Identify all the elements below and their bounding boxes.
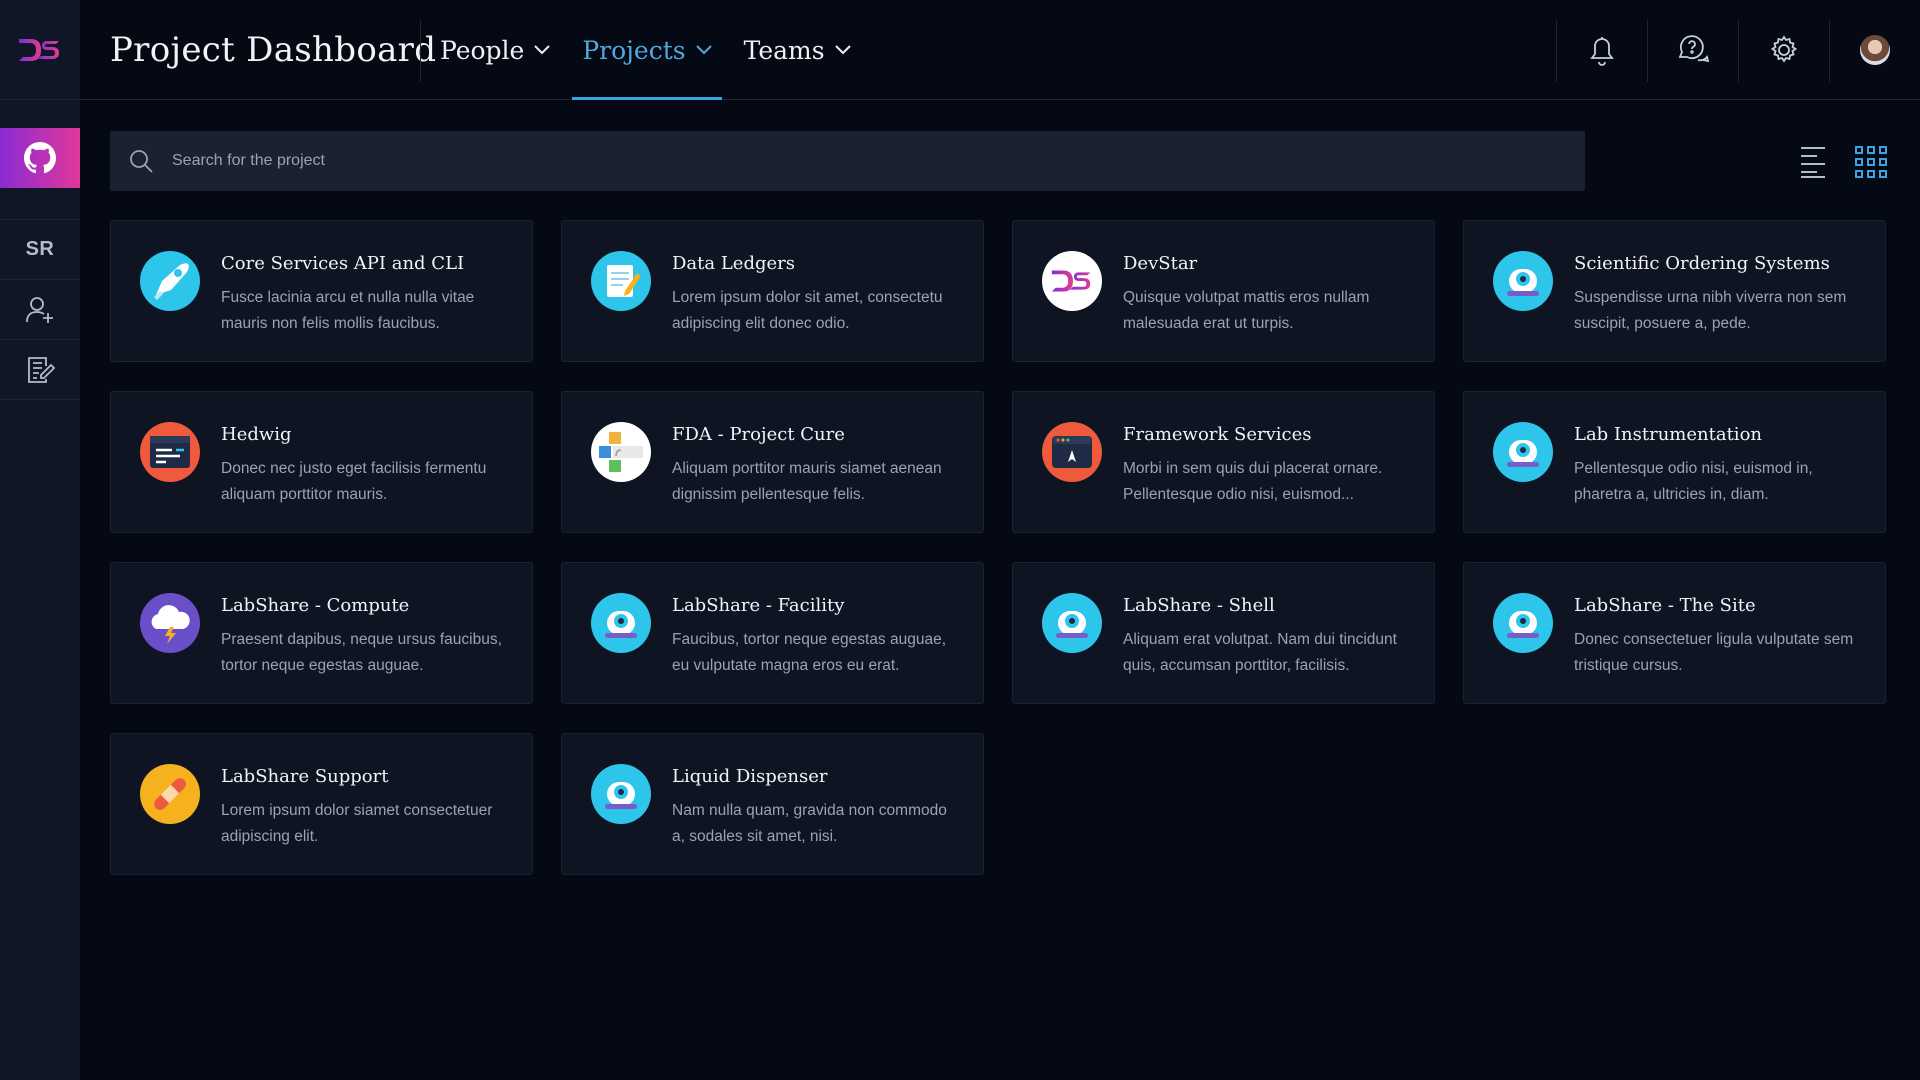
bell-icon [1589, 37, 1614, 66]
project-title: Liquid Dispenser [672, 766, 828, 787]
project-title: Scientific Ordering Systems [1574, 253, 1830, 274]
project-title: Core Services API and CLI [221, 253, 465, 274]
sidebar-item-add-user[interactable] [0, 280, 80, 340]
project-title: DevStar [1123, 253, 1198, 274]
robot-icon [1493, 422, 1553, 482]
sidebar-item-sr[interactable]: SR [0, 220, 80, 280]
project-card[interactable]: Hedwig Donec nec justo eget facilisis fe… [110, 391, 533, 533]
browser-rocket-icon [1042, 422, 1102, 482]
project-card[interactable]: Scientific Ordering Systems Suspendisse … [1463, 220, 1886, 362]
project-description: Pellentesque odio nisi, euismod in, phar… [1574, 460, 1813, 503]
search-input[interactable] [172, 152, 1585, 170]
notepad-icon [591, 251, 651, 311]
notes-edit-icon [28, 356, 56, 383]
project-card[interactable]: LabShare - Facility Faucibus, tortor neq… [561, 562, 984, 704]
cure-blocks-icon [591, 422, 651, 482]
chevron-down-icon [695, 45, 712, 55]
project-card[interactable]: Lab Instrumentation Pellentesque odio ni… [1463, 391, 1886, 533]
project-title: LabShare - Facility [672, 595, 845, 616]
project-card[interactable]: Core Services API and CLI Fusce lacinia … [110, 220, 533, 362]
code-window-icon [140, 422, 200, 482]
project-title: Data Ledgers [672, 253, 795, 274]
nav-projects-label: Projects [582, 35, 686, 65]
grid-view-icon [1855, 146, 1887, 178]
help-chat-icon [1678, 35, 1709, 63]
project-title: Framework Services [1123, 424, 1312, 445]
sidebar-divider [0, 188, 80, 220]
sidebar-item-notes[interactable] [0, 340, 80, 400]
header-divider [420, 20, 421, 82]
project-description: Aliquam erat volutpat. Nam dui tincidunt… [1123, 631, 1397, 674]
nav-teams[interactable]: Teams [734, 0, 861, 100]
sidebar-sr-label: SR [25, 238, 55, 260]
project-description: Quisque volutpat mattis eros nullam male… [1123, 289, 1370, 332]
project-card[interactable]: FDA - Project Cure Aliquam porttitor mau… [561, 391, 984, 533]
storm-cloud-icon [140, 593, 200, 653]
project-description: Nam nulla quam, gravida non commodo a, s… [672, 802, 947, 845]
list-view-button[interactable] [1800, 146, 1826, 178]
project-card[interactable]: Framework Services Morbi in sem quis dui… [1012, 391, 1435, 533]
grid-view-button[interactable] [1855, 146, 1887, 178]
nav-people[interactable]: People [430, 0, 560, 100]
main-nav: People Projects Teams [430, 0, 873, 100]
app-logo[interactable] [0, 0, 80, 100]
devstar-logo-icon [19, 38, 59, 61]
chevron-down-icon [534, 45, 551, 55]
project-title: LabShare - Shell [1123, 595, 1275, 616]
project-title: LabShare - Compute [221, 595, 410, 616]
project-description: Fusce lacinia arcu et nulla nulla vitae … [221, 289, 475, 332]
list-view-icon [1801, 147, 1825, 178]
search-icon [128, 148, 154, 174]
robot-icon [591, 593, 651, 653]
project-description: Aliquam porttitor mauris siamet aenean d… [672, 460, 942, 503]
bandage-icon [140, 764, 200, 824]
project-title: LabShare - The Site [1574, 595, 1756, 616]
project-card[interactable]: LabShare Support Lorem ipsum dolor siame… [110, 733, 533, 875]
project-card[interactable]: Liquid Dispenser Nam nulla quam, gravida… [561, 733, 984, 875]
project-description: Lorem ipsum dolor siamet consectetuer ad… [221, 802, 493, 845]
avatar [1859, 35, 1890, 65]
nav-teams-label: Teams [743, 35, 825, 65]
settings-button[interactable] [1738, 0, 1829, 100]
project-description: Suspendisse urna nibh viverra non sem su… [1574, 289, 1847, 332]
page-title: Project Dashboard [110, 30, 437, 70]
project-title: Hedwig [221, 424, 292, 445]
robot-icon [1493, 251, 1553, 311]
gear-icon [1770, 35, 1797, 63]
chevron-down-icon [834, 45, 851, 55]
project-description: Donec consectetuer ligula vulputate sem … [1574, 631, 1854, 674]
project-card[interactable]: DevStar Quisque volutpat mattis eros nul… [1012, 220, 1435, 362]
project-search-bar [110, 131, 1585, 191]
help-chat-button[interactable] [1647, 0, 1738, 100]
project-description: Morbi in sem quis dui placerat ornare. P… [1123, 460, 1383, 503]
nav-projects[interactable]: Projects [572, 0, 722, 100]
robot-icon [1042, 593, 1102, 653]
project-card[interactable]: LabShare - The Site Donec consectetuer l… [1463, 562, 1886, 704]
devstar-logo-icon [1042, 251, 1102, 311]
nav-people-label: People [440, 35, 525, 65]
rocket-icon [140, 251, 200, 311]
project-title: FDA - Project Cure [672, 424, 845, 445]
project-card[interactable]: LabShare - Compute Praesent dapibus, neq… [110, 562, 533, 704]
github-icon [24, 142, 56, 174]
project-card[interactable]: LabShare - Shell Aliquam erat volutpat. … [1012, 562, 1435, 704]
project-title: Lab Instrumentation [1574, 424, 1762, 445]
project-description: Praesent dapibus, neque ursus faucibus, … [221, 631, 502, 674]
user-avatar-button[interactable] [1829, 0, 1920, 100]
project-card[interactable]: Data Ledgers Lorem ipsum dolor sit amet,… [561, 220, 984, 362]
robot-icon [1493, 593, 1553, 653]
notifications-button[interactable] [1556, 0, 1647, 100]
add-user-icon [26, 296, 53, 323]
project-title: LabShare Support [221, 766, 389, 787]
project-description: Donec nec justo eget facilisis fermentu … [221, 460, 487, 503]
project-description: Lorem ipsum dolor sit amet, consectetu a… [672, 289, 943, 332]
sidebar: SR [0, 0, 80, 1080]
project-description: Faucibus, tortor neque egestas auguae, e… [672, 631, 947, 674]
sidebar-item-github[interactable] [0, 128, 80, 188]
header-actions [1556, 0, 1920, 100]
top-header: Project Dashboard People Projects Teams [80, 0, 1920, 100]
robot-icon [591, 764, 651, 824]
